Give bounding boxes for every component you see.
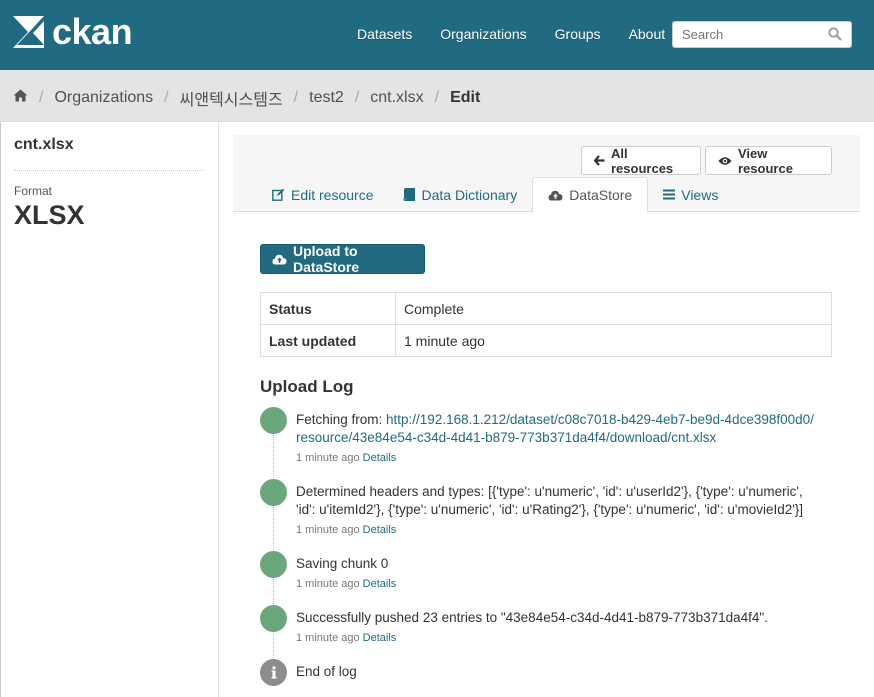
breadcrumb-separator: / — [164, 89, 169, 106]
all-resources-button[interactable]: All resources — [581, 145, 701, 176]
log-details-link[interactable]: Details — [363, 578, 397, 590]
success-dot-icon — [260, 407, 287, 434]
resource-header: All resources View resource Edit resourc… — [233, 135, 860, 213]
breadcrumb-organization[interactable]: 씨앤텍시스템즈 — [180, 86, 283, 110]
ckan-logo[interactable]: ckan — [12, 11, 133, 52]
breadcrumb-separator: / — [354, 89, 360, 106]
view-resource-button[interactable]: View resource — [705, 145, 832, 176]
log-details-link[interactable]: Details — [363, 524, 397, 536]
log-message-text: End of log — [296, 664, 357, 679]
main-nav: Datasets Organizations Groups About — [357, 26, 693, 42]
upload-to-datastore-label: Upload to DataStore — [293, 243, 360, 275]
format-label: Format — [14, 184, 53, 198]
tab-edit-resource-label: Edit resource — [291, 186, 374, 203]
sidebar-divider — [14, 170, 204, 171]
cloud-upload-icon — [548, 190, 563, 201]
ckan-logo-icon — [13, 16, 44, 48]
upload-log-title: Upload Log — [260, 377, 354, 396]
nav-groups[interactable]: Groups — [555, 26, 601, 42]
last-updated-value: 1 minute ago — [395, 324, 832, 357]
tab-data-dictionary-label: Data Dictionary — [421, 186, 518, 203]
breadcrumb-organizations[interactable]: Organizations — [54, 89, 153, 107]
log-details-link[interactable]: Details — [363, 632, 397, 644]
log-meta: 1 minute ago Details — [296, 449, 816, 467]
table-row: Last updated 1 minute ago — [260, 324, 832, 357]
log-message: Saving chunk 0 1 minute ago Details — [296, 555, 816, 593]
status-label: Status — [260, 292, 396, 325]
list-icon — [663, 189, 676, 200]
upload-to-datastore-button[interactable]: Upload to DataStore — [260, 243, 425, 275]
log-meta: 1 minute ago Details — [296, 629, 816, 647]
log-message-text: Determined headers and types: [{'type': … — [296, 484, 804, 517]
log-meta: 1 minute ago Details — [296, 521, 816, 539]
search-input[interactable] — [682, 22, 832, 47]
breadcrumb-separator: / — [293, 89, 299, 106]
log-time: 1 minute ago — [296, 632, 360, 644]
log-message: End of log — [296, 663, 816, 681]
status-value: Complete — [395, 292, 832, 325]
tab-edit-resource[interactable]: Edit resource — [257, 177, 388, 212]
arrow-left-icon — [594, 155, 605, 166]
tab-views-label: Views — [681, 186, 719, 203]
tab-data-dictionary[interactable]: Data Dictionary — [388, 177, 532, 212]
edit-icon — [272, 188, 285, 201]
success-dot-icon — [260, 479, 287, 506]
nav-about[interactable]: About — [629, 26, 666, 42]
content-wrapper: cnt.xlsx Format XLSX All resources View … — [0, 122, 874, 697]
success-dot-icon — [260, 605, 287, 632]
tab-views[interactable]: Views — [648, 177, 733, 212]
resource-tabs: Edit resource Data Dictionary DataStore … — [257, 177, 733, 213]
breadcrumb-edit[interactable]: Edit — [450, 89, 480, 107]
log-details-link[interactable]: Details — [363, 452, 397, 464]
breadcrumb-separator: / — [39, 89, 44, 106]
breadcrumb-dataset[interactable]: test2 — [309, 89, 344, 107]
log-message: Successfully pushed 23 entries to "43e84… — [296, 609, 816, 647]
log-message: Fetching from: http://192.168.1.212/data… — [296, 411, 816, 467]
success-dot-icon — [260, 551, 287, 578]
cloud-upload-icon — [272, 254, 287, 265]
logo-text: ckan — [52, 11, 133, 52]
nav-datasets[interactable]: Datasets — [357, 26, 412, 42]
log-timeline-line — [273, 422, 274, 672]
table-row: Status Complete — [260, 292, 832, 325]
sidebar: cnt.xlsx Format XLSX — [1, 122, 219, 697]
resource-name: cnt.xlsx — [14, 136, 74, 153]
datastore-status-table: Status Complete Last updated 1 minute ag… — [260, 292, 832, 357]
info-icon — [260, 659, 287, 686]
breadcrumb-separator: / — [434, 89, 440, 106]
breadcrumb-resource[interactable]: cnt.xlsx — [370, 89, 423, 107]
all-resources-label: All resources — [611, 145, 674, 176]
search-box — [672, 21, 852, 48]
log-time: 1 minute ago — [296, 452, 360, 464]
format-value: XLSX — [14, 200, 85, 230]
log-message-text: Saving chunk 0 — [296, 556, 389, 571]
view-resource-label: View resource — [738, 145, 793, 176]
log-message-text: Fetching from: — [296, 412, 387, 427]
breadcrumb: / Organizations / 씨앤텍시스템즈 / test2 / cnt.… — [13, 86, 480, 110]
search-icon[interactable] — [828, 27, 842, 44]
last-updated-label: Last updated — [260, 324, 396, 357]
tab-datastore[interactable]: DataStore — [532, 177, 649, 213]
tab-datastore-label: DataStore — [569, 187, 633, 203]
home-icon[interactable] — [13, 89, 28, 107]
log-time: 1 minute ago — [296, 578, 360, 590]
log-message: Determined headers and types: [{'type': … — [296, 483, 816, 539]
eye-icon — [718, 156, 732, 166]
book-icon — [403, 188, 416, 201]
nav-organizations[interactable]: Organizations — [440, 26, 526, 42]
log-meta: 1 minute ago Details — [296, 575, 816, 593]
log-time: 1 minute ago — [296, 524, 360, 536]
top-navbar: ckan Datasets Organizations Groups About — [0, 0, 874, 70]
log-message-text: Successfully pushed 23 entries to "43e84… — [296, 610, 768, 625]
breadcrumb-bar: / Organizations / 씨앤텍시스템즈 / test2 / cnt.… — [0, 70, 874, 122]
